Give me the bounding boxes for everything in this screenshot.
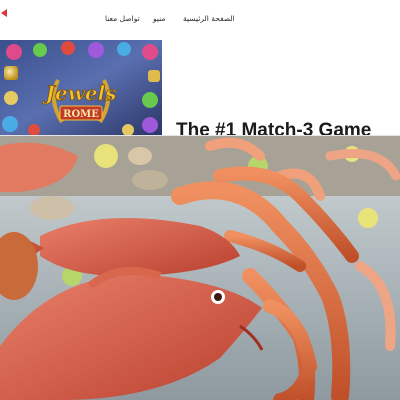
top-navigation: الصفحة الرئيسية منيو تواصل معنا <box>0 0 400 38</box>
jewels-rome-artwork: Jewels ROME <box>0 40 162 136</box>
seafood-photo <box>0 136 400 400</box>
nav-home-link[interactable]: الصفحة الرئيسية <box>183 14 235 23</box>
red-arrow-icon <box>1 9 7 17</box>
ad-logo-subtitle: ROME <box>63 109 99 120</box>
game-ad-banner[interactable]: Jewels ROME The #1 Match-3 Game for PC <box>0 40 400 168</box>
nav-contact-link[interactable]: تواصل معنا <box>105 14 140 23</box>
game-ad-image[interactable]: Jewels ROME <box>0 40 162 136</box>
ad-logo-title: Jewels <box>42 81 117 105</box>
nav-menu-link[interactable]: منيو <box>153 14 165 23</box>
